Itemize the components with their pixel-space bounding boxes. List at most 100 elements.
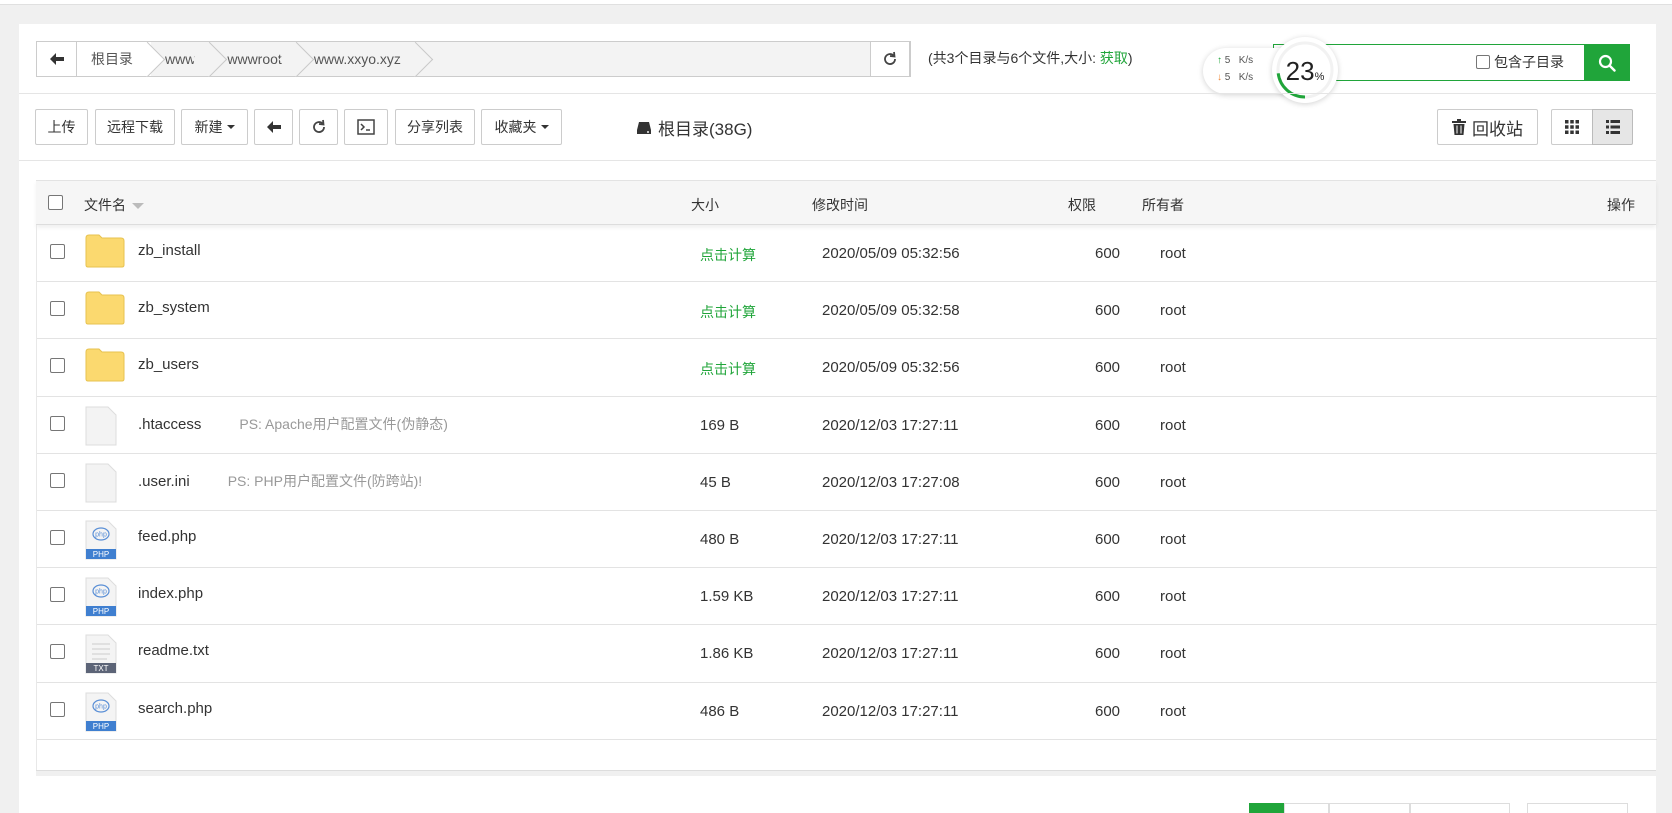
include-subdir-checkbox[interactable] xyxy=(1476,55,1490,69)
breadcrumb-item-root[interactable]: 根目录 xyxy=(77,42,151,76)
breadcrumb-item-site[interactable]: www.xxyo.xyz xyxy=(299,42,419,76)
file-type-icon[interactable]: php PHP xyxy=(85,577,117,621)
select-all-checkbox[interactable] xyxy=(48,195,63,210)
row-checkbox[interactable] xyxy=(50,415,65,431)
file-name[interactable]: zb_users xyxy=(138,356,199,373)
row-checkbox[interactable] xyxy=(50,472,65,488)
terminal-button[interactable] xyxy=(344,109,388,145)
gauge-value: 23 xyxy=(1285,56,1315,86)
file-permission[interactable]: 600 xyxy=(1095,245,1120,262)
file-name-cell[interactable]: .user.ini PS: PHP用户配置文件(防跨站)! xyxy=(138,471,422,491)
file-permission[interactable]: 600 xyxy=(1095,417,1120,434)
table-row[interactable]: zb_install 点击计算 2020/05/09 05:32:56 600 root xyxy=(37,225,1657,283)
file-permission[interactable]: 600 xyxy=(1095,531,1120,548)
column-name-header[interactable]: 文件名 xyxy=(84,195,144,215)
pagination-button[interactable] xyxy=(1329,803,1410,813)
pagination-button[interactable] xyxy=(1410,803,1510,813)
row-checkbox[interactable] xyxy=(50,244,65,259)
table-row[interactable]: .htaccess PS: Apache用户配置文件(伪静态) 169 B 2020/… xyxy=(37,397,1657,454)
file-owner[interactable]: root xyxy=(1160,474,1186,491)
table-row[interactable]: zb_system 点击计算 2020/05/09 05:32:58 600 root xyxy=(37,282,1657,340)
table-row[interactable]: TXT readme.txt 1.86 KB 2020/12/03 17:27:11 6… xyxy=(37,625,1657,683)
file-name[interactable]: index.php xyxy=(138,585,203,602)
table-row[interactable]: php PHP feed.php 480 B 2020/12/03 17:27:11 60… xyxy=(37,511,1657,569)
file-name[interactable]: feed.php xyxy=(138,528,196,545)
pagination-current-page[interactable] xyxy=(1249,803,1284,813)
file-owner[interactable]: root xyxy=(1160,245,1186,262)
pagination-select[interactable] xyxy=(1527,803,1628,813)
row-checkbox[interactable] xyxy=(50,301,65,317)
file-permission[interactable]: 600 xyxy=(1095,703,1120,720)
table-row[interactable]: php PHP index.php 1.59 KB 2020/12/03 17:27:1… xyxy=(37,568,1657,626)
file-size[interactable]: 点击计算 xyxy=(700,245,756,265)
file-type-icon[interactable]: TXT xyxy=(85,634,117,678)
column-mtime-header[interactable]: 修改时间 xyxy=(812,195,868,215)
file-type-icon[interactable] xyxy=(85,463,117,507)
refresh-button[interactable] xyxy=(299,109,338,145)
file-name-cell[interactable]: zb_install xyxy=(138,242,201,259)
row-checkbox[interactable] xyxy=(50,701,65,717)
row-checkbox[interactable] xyxy=(50,644,65,660)
file-owner[interactable]: root xyxy=(1160,531,1186,548)
file-type-icon[interactable]: php PHP xyxy=(85,692,117,736)
file-size[interactable]: 点击计算 xyxy=(700,302,756,322)
file-owner[interactable]: root xyxy=(1160,645,1186,662)
new-dropdown-button[interactable]: 新建 xyxy=(181,109,248,145)
back-dir-button[interactable] xyxy=(254,109,293,145)
file-owner[interactable]: root xyxy=(1160,588,1186,605)
recycle-bin-button[interactable]: 回收站 xyxy=(1437,109,1538,145)
file-name[interactable]: zb_system xyxy=(138,299,210,316)
disk-selector[interactable]: 根目录(38G) xyxy=(636,115,752,140)
file-name[interactable]: readme.txt xyxy=(138,642,209,659)
table-row[interactable]: zb_users 点击计算 2020/05/09 05:32:56 600 root xyxy=(37,339,1657,397)
file-name[interactable]: .htaccess xyxy=(138,416,201,433)
file-type-icon[interactable] xyxy=(85,291,125,329)
include-subdir-toggle[interactable]: 包含子目录 xyxy=(1476,52,1564,72)
list-view-button[interactable] xyxy=(1592,109,1633,145)
file-owner[interactable]: root xyxy=(1160,359,1186,376)
file-permission[interactable]: 600 xyxy=(1095,359,1120,376)
file-permission[interactable]: 600 xyxy=(1095,645,1120,662)
favorites-dropdown-button[interactable]: 收藏夹 xyxy=(481,109,562,145)
file-type-icon[interactable] xyxy=(85,406,117,450)
table-row[interactable]: php PHP search.php 486 B 2020/12/03 17:27:11… xyxy=(37,683,1657,740)
file-permission[interactable]: 600 xyxy=(1095,474,1120,491)
grid-view-button[interactable] xyxy=(1551,109,1593,145)
back-button[interactable] xyxy=(37,42,77,76)
upload-arrow-icon: ↑ xyxy=(1217,55,1222,66)
file-name-cell[interactable]: index.php xyxy=(138,585,203,602)
file-permission[interactable]: 600 xyxy=(1095,302,1120,319)
file-name[interactable]: zb_install xyxy=(138,242,201,259)
file-name-cell[interactable]: search.php xyxy=(138,700,212,717)
file-size[interactable]: 点击计算 xyxy=(700,359,756,379)
column-size-header[interactable]: 大小 xyxy=(691,195,719,215)
file-name-cell[interactable]: zb_users xyxy=(138,356,199,373)
file-permission[interactable]: 600 xyxy=(1095,588,1120,605)
file-owner[interactable]: root xyxy=(1160,417,1186,434)
search-button[interactable] xyxy=(1584,44,1630,81)
file-name-cell[interactable]: zb_system xyxy=(138,299,210,316)
row-checkbox[interactable] xyxy=(50,530,65,545)
row-checkbox[interactable] xyxy=(50,358,65,374)
file-name-cell[interactable]: feed.php xyxy=(138,528,196,545)
file-owner[interactable]: root xyxy=(1160,703,1186,720)
file-name-cell[interactable]: readme.txt xyxy=(138,642,209,659)
file-type-icon[interactable] xyxy=(85,234,125,272)
get-size-link[interactable]: 获取 xyxy=(1100,50,1128,66)
pagination-button[interactable] xyxy=(1284,803,1329,813)
column-owner-header[interactable]: 所有者 xyxy=(1142,195,1184,215)
file-size: 486 B xyxy=(700,702,740,720)
remote-download-button[interactable]: 远程下载 xyxy=(95,109,175,145)
table-row[interactable]: .user.ini PS: PHP用户配置文件(防跨站)! 45 B 2020/12/… xyxy=(37,454,1657,511)
share-list-button[interactable]: 分享列表 xyxy=(395,109,475,145)
file-type-icon[interactable] xyxy=(85,348,125,386)
file-owner[interactable]: root xyxy=(1160,302,1186,319)
file-name[interactable]: search.php xyxy=(138,700,212,717)
upload-button[interactable]: 上传 xyxy=(35,109,88,145)
file-type-icon[interactable]: php PHP xyxy=(85,520,117,564)
file-name[interactable]: .user.ini xyxy=(138,473,190,490)
path-refresh-button[interactable] xyxy=(870,41,910,77)
file-name-cell[interactable]: .htaccess PS: Apache用户配置文件(伪静态) xyxy=(138,414,448,434)
row-checkbox[interactable] xyxy=(50,587,65,603)
column-perm-header[interactable]: 权限 xyxy=(1068,195,1096,215)
